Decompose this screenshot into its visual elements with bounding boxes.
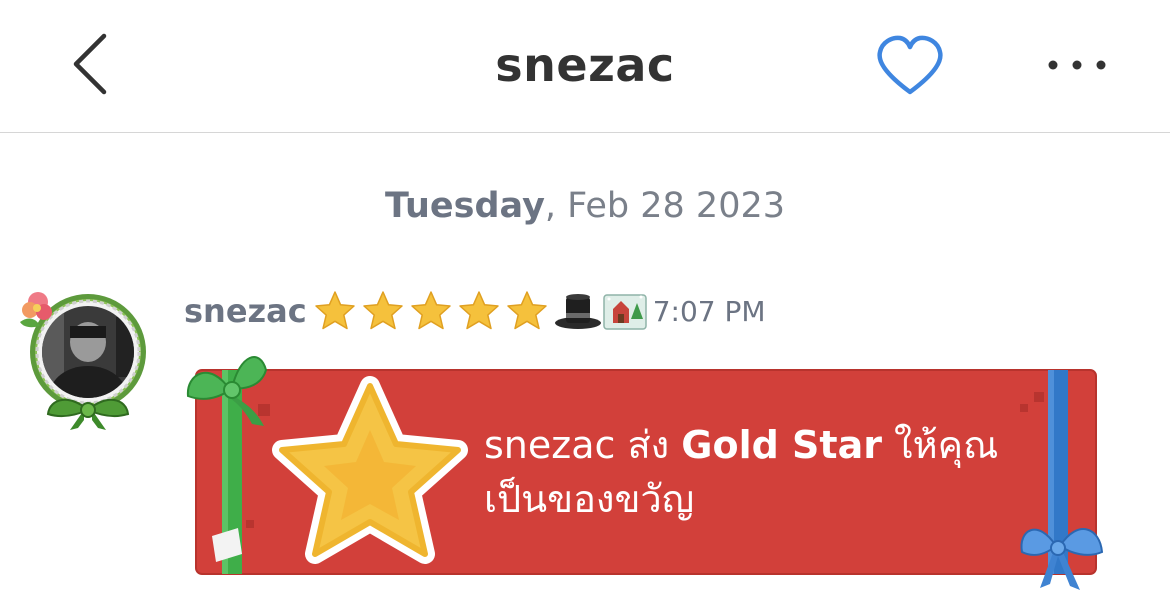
avatar[interactable] [14,282,156,432]
bow-decoration [46,399,130,430]
favorite-button[interactable] [875,34,945,98]
message-header: snezac 7:07 PM [184,288,766,334]
date-separator: Tuesday, Feb 28 2023 [0,186,1170,226]
page-title: snezac [495,38,675,92]
message-username[interactable]: snezac [184,292,307,330]
message-time: 7:07 PM [652,294,766,328]
avatar-wreath-frame [20,292,146,430]
gold-star-icon [506,291,547,330]
gold-star-icon [314,291,355,330]
heart-outline-icon [877,35,943,95]
more-options-button[interactable] [1045,50,1109,80]
gift-suffix: ให้คุณ [881,423,999,467]
top-hat-icon [554,294,601,329]
gift-sender: snezac [484,423,616,467]
gift-message-line1: snezac ส่ง Gold Star ให้คุณ [484,418,1044,472]
gift-message: snezac ส่ง Gold Star ให้คุณ เป็นของขวัญ [484,418,1044,526]
date-day: Tuesday [384,186,545,226]
gold-star-icon [410,291,451,330]
top-bar: snezac [0,0,1170,133]
ellipsis-horizontal-icon [1048,60,1106,70]
gold-star-icon [458,291,499,330]
gift-item-name: Gold Star [681,423,882,467]
date-rest: , Feb 28 2023 [544,186,785,226]
gold-star-icon [362,291,403,330]
gift-verb: ส่ง [615,423,682,467]
christmas-card-icon [602,294,647,330]
gift-message-line2: เป็นของขวัญ [484,477,695,521]
